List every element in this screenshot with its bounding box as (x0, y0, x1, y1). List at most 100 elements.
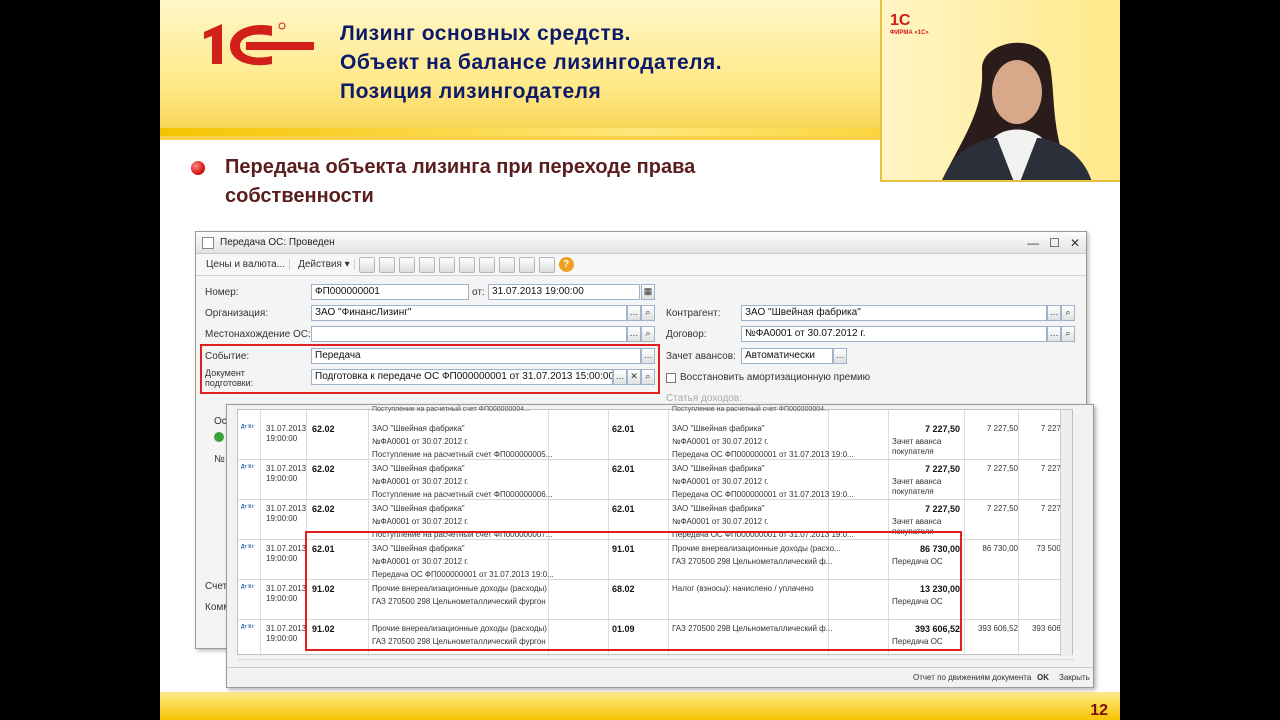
document-icon (202, 236, 214, 249)
copy-icon[interactable] (398, 256, 415, 273)
posting-dt-kt-icon: Дт Кт (241, 544, 254, 550)
posting-dt: 62.02 (312, 464, 335, 474)
posting-v1: 393 606,52 (977, 624, 1018, 633)
go-to-icon[interactable] (458, 256, 475, 273)
cut-row-text-1: Поступление на расчетный счет ФП00000000… (372, 406, 530, 413)
posting-dt-sub2: №ФА0001 от 30.07.2012 г. (372, 477, 469, 486)
restore-bonus-checkbox[interactable] (666, 373, 676, 383)
posting-kt-sub3: Передача ОС ФП000000001 от 31.07.2013 19… (672, 490, 854, 499)
posting-dt-sub1: ЗАО "Швейная фабрика" (372, 504, 465, 513)
number-field[interactable]: ФП000000001 (311, 284, 469, 300)
date-field[interactable]: 31.07.2013 19:00:00 (488, 284, 640, 300)
settings-icon[interactable] (518, 256, 535, 273)
counterparty-label: Контрагент: (666, 308, 721, 319)
new-document-icon[interactable] (418, 256, 435, 273)
report-icon[interactable] (498, 256, 515, 273)
postings-scrollbar[interactable] (1060, 410, 1072, 656)
tab-fragment: Ос (214, 416, 227, 427)
posting-dt-sub1: ЗАО "Швейная фабрика" (372, 424, 465, 433)
posting-row[interactable]: Дт Кт 31.07.2013 19:00:00 62.02 ЗАО "Швейная… (238, 460, 1074, 500)
posting-dt-sub1: ЗАО "Швейная фабрика" (372, 464, 465, 473)
posting-time: 19:00:00 (266, 554, 298, 563)
advance-offset-field[interactable]: Автоматически (741, 348, 833, 364)
maximize-icon[interactable]: ☐ (1049, 236, 1060, 250)
window-title: Передача ОС: Проведен (220, 237, 335, 248)
calendar-icon[interactable]: ▦ (641, 284, 655, 300)
structure-icon[interactable] (438, 256, 455, 273)
posting-kt: 62.01 (612, 464, 635, 474)
posting-dt-sub3: Поступление на расчетный счет ФП00000000… (372, 490, 553, 499)
webcam-video: 1С ФИРМА «1С» (880, 0, 1120, 182)
location-label: Местонахождение ОС: (205, 329, 311, 340)
location-field[interactable] (311, 326, 627, 342)
column-fragment: № (214, 454, 225, 465)
posting-date: 31.07.2013 (266, 464, 307, 473)
document-movements-window[interactable]: Поступление на расчетный счет ФП00000000… (226, 404, 1094, 688)
counterparty-search-icon[interactable]: ⌕ (1061, 305, 1075, 321)
location-search-icon[interactable]: ⌕ (641, 326, 655, 342)
posting-time: 19:00:00 (266, 434, 298, 443)
posting-kt-sub3: Передача ОС ФП000000001 от 31.07.2013 19… (672, 450, 854, 459)
organization-select-button[interactable]: … (627, 305, 641, 321)
contract-select-button[interactable]: … (1047, 326, 1061, 342)
posting-date: 31.07.2013 (266, 504, 307, 513)
slide-title-line-1: Лизинг основных средств. (340, 22, 631, 45)
posting-amount: 7 227,50 (924, 424, 960, 434)
post-icon[interactable] (358, 256, 375, 273)
contract-label: Договор: (666, 329, 707, 340)
posting-content1: Зачет аванса (892, 477, 942, 486)
posting-kt: 62.01 (612, 424, 635, 434)
date-label: от: (472, 287, 485, 298)
close-icon[interactable]: ✕ (1070, 236, 1080, 250)
posting-dt-kt-icon: Дт Кт (241, 624, 254, 630)
actions-menu-button[interactable]: Действия ▾ (294, 259, 355, 270)
posting-dt-sub2: №ФА0001 от 30.07.2012 г. (372, 437, 469, 446)
posting-kt-sub2: №ФА0001 от 30.07.2012 г. (672, 477, 769, 486)
posting-dt: 62.02 (312, 424, 335, 434)
close-button[interactable]: Закрыть (1059, 673, 1090, 682)
income-item-label: Статья доходов: (666, 393, 743, 404)
advance-offset-label: Зачет авансов: (666, 351, 736, 362)
counterparty-select-button[interactable]: … (1047, 305, 1061, 321)
account-label-fragment: Счет (205, 581, 228, 592)
restore-bonus-label: Восстановить амортизационную премию (680, 372, 871, 383)
posting-kt-sub1: ЗАО "Швейная фабрика" (672, 464, 765, 473)
number-label: Номер: (205, 287, 239, 298)
refresh-icon[interactable] (378, 256, 395, 273)
posting-kt-sub1: ЗАО "Швейная фабрика" (672, 424, 765, 433)
advance-offset-select-button[interactable]: … (833, 348, 847, 364)
report-movements-button[interactable]: Отчет по движениям документа (913, 673, 1031, 682)
movements-footer: Отчет по движениям документа OK Закрыть (227, 667, 1093, 687)
1c-logo (204, 22, 314, 66)
organization-label: Организация: (205, 308, 269, 319)
posting-v1: 7 227,50 (986, 464, 1018, 473)
location-select-button[interactable]: … (627, 326, 641, 342)
organization-field[interactable]: ЗАО "ФинансЛизинг" (311, 305, 627, 321)
contract-field[interactable]: №ФА0001 от 30.07.2012 г. (741, 326, 1047, 342)
window-titlebar[interactable]: Передача ОС: Проведен (196, 232, 1086, 254)
posting-time: 19:00:00 (266, 474, 298, 483)
posting-dt-sub2: №ФА0001 от 30.07.2012 г. (372, 517, 469, 526)
posting-dt: 62.02 (312, 504, 335, 514)
ok-button[interactable]: OK (1037, 673, 1049, 682)
posting-dt-kt-icon: Дт Кт (241, 424, 254, 430)
posting-dt-sub3: Поступление на расчетный счет ФП00000000… (372, 450, 553, 459)
posting-date: 31.07.2013 (266, 424, 307, 433)
posting-amount: 7 227,50 (924, 464, 960, 474)
posting-row[interactable]: Дт Кт 31.07.2013 19:00:00 62.02 ЗАО "Швейная… (238, 420, 1074, 460)
help-icon[interactable]: ? (558, 257, 574, 272)
highlight-postings-box (305, 531, 962, 651)
organization-search-icon[interactable]: ⌕ (641, 305, 655, 321)
contract-search-icon[interactable]: ⌕ (1061, 326, 1075, 342)
prices-currency-button[interactable]: Цены и валюта... (202, 259, 291, 270)
posting-amount: 7 227,50 (924, 504, 960, 514)
counterparty-field[interactable]: ЗАО "Швейная фабрика" (741, 305, 1047, 321)
posting-dt-kt-icon: Дт Кт (241, 464, 254, 470)
minimize-icon[interactable]: — (1027, 236, 1039, 250)
footer-band (160, 692, 1120, 720)
posting-v1: 7 227,50 (986, 504, 1018, 513)
list-icon[interactable] (538, 256, 555, 273)
posting-v1: 86 730,00 (982, 544, 1018, 553)
add-row-icon[interactable] (214, 432, 224, 442)
dt-kt-icon[interactable] (478, 256, 495, 273)
